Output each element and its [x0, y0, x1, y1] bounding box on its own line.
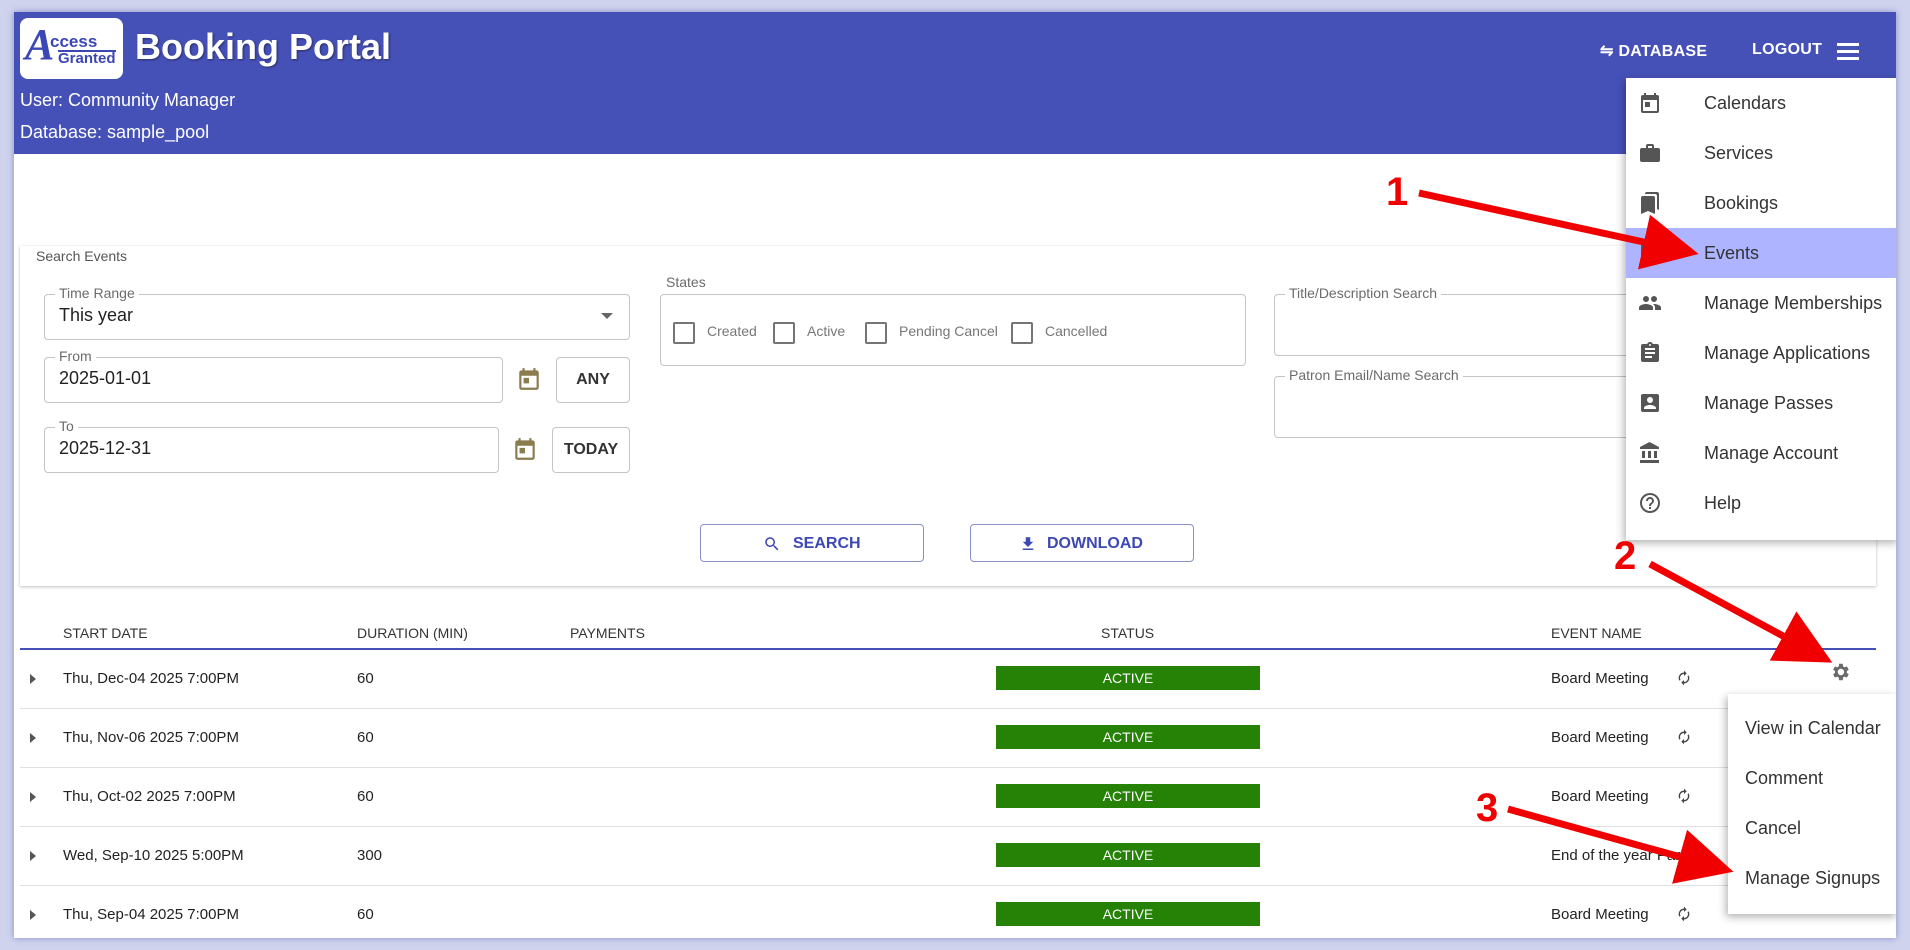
arrow-to-manage-signups	[1507, 805, 1734, 884]
arrow-to-gear	[1648, 560, 1833, 663]
arrow-to-events	[1418, 189, 1699, 270]
annotation-arrows	[1418, 189, 1833, 884]
